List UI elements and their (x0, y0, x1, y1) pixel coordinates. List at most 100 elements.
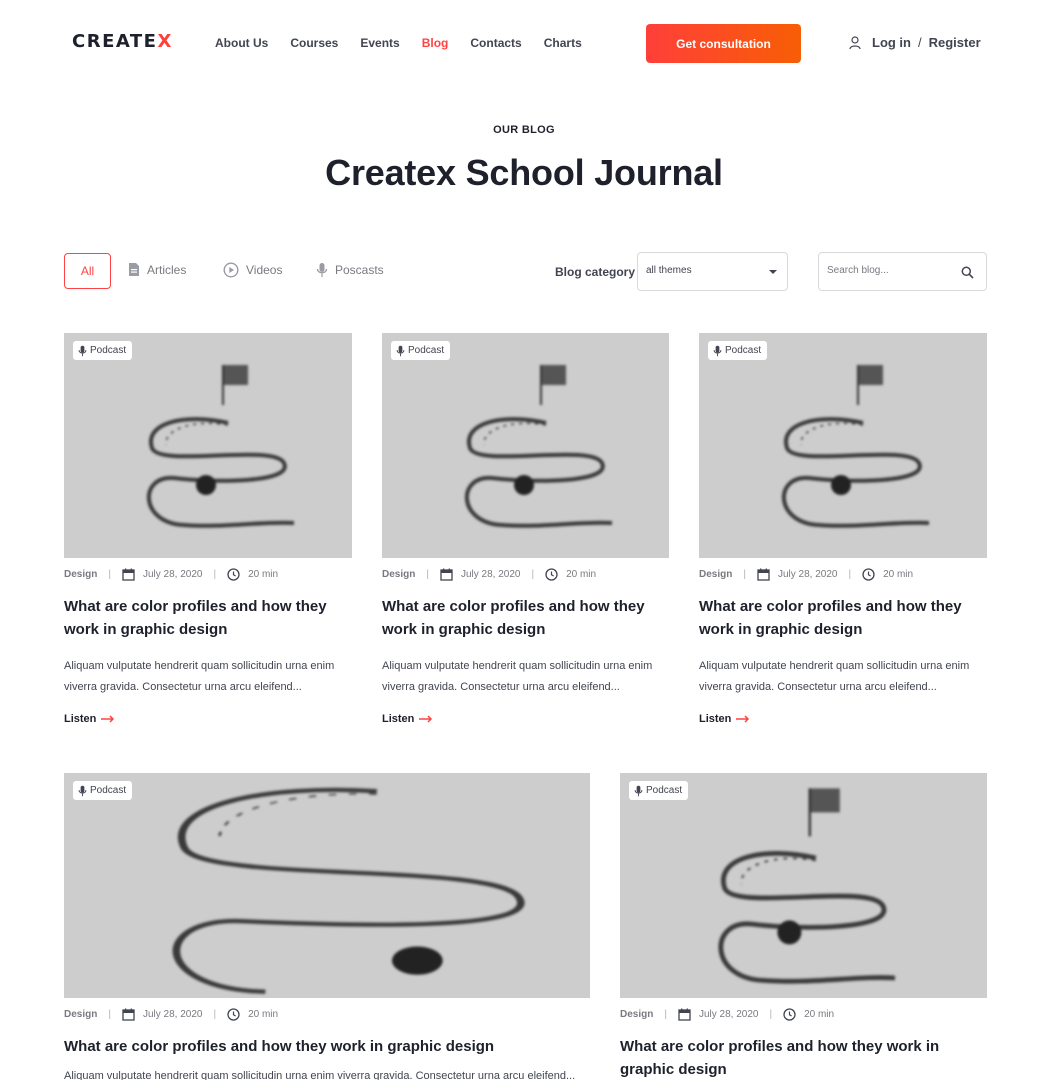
clock-icon (783, 1007, 796, 1021)
calendar-icon (122, 1008, 135, 1021)
post-duration: 20 min (248, 568, 279, 580)
login-link[interactable]: Log in (872, 35, 911, 50)
main-nav: About Us Courses Events Blog Contacts Ch… (215, 36, 604, 50)
get-consultation-button[interactable]: Get consultation (646, 24, 801, 63)
filter-all-button[interactable]: All (64, 253, 111, 289)
podcast-badge: Podcast (73, 781, 133, 800)
post-category[interactable]: Design (64, 1009, 97, 1020)
post-duration: 20 min (248, 1008, 279, 1020)
post-duration: 20 min (883, 568, 914, 580)
badge-label: Podcast (90, 785, 127, 796)
race-track-illustration (718, 788, 895, 984)
post-excerpt: Aliquam vulputate hendrerit quam sollici… (699, 660, 970, 693)
meta-divider: | (848, 568, 852, 580)
nav-blog[interactable]: Blog (422, 36, 449, 50)
post-title[interactable]: What are color profiles and how they wor… (64, 595, 352, 641)
nav-events[interactable]: Events (360, 36, 399, 50)
badge-label: Podcast (408, 345, 445, 356)
calendar-icon (440, 568, 453, 581)
nav-courses[interactable]: Courses (290, 36, 338, 50)
blog-card[interactable]: Podcast Design | July 28, 2020 | 20 min … (620, 773, 987, 1080)
listen-link[interactable]: Listen (699, 713, 987, 725)
nav-about-us[interactable]: About Us (215, 36, 268, 50)
createx-logo[interactable]: CREATEX (72, 31, 173, 52)
podcast-badge: Podcast (708, 341, 768, 360)
microphone-icon (316, 263, 328, 277)
podcast-badge: Podcast (629, 781, 689, 800)
nav-charts[interactable]: Charts (544, 36, 582, 50)
auth-links: Log in / Register (849, 35, 981, 50)
podcast-badge: Podcast (391, 341, 451, 360)
filter-videos-label: Videos (246, 263, 283, 277)
logo-text: CREATE (72, 31, 158, 52)
calendar-icon (122, 568, 135, 581)
post-title[interactable]: What are color profiles and how they wor… (699, 595, 987, 641)
register-link[interactable]: Register (929, 35, 981, 50)
post-title[interactable]: What are color profiles and how they wor… (382, 595, 669, 641)
podcast-badge: Podcast (73, 341, 133, 360)
post-category[interactable]: Design (64, 569, 97, 580)
podcast-cover-image[interactable]: Podcast (64, 773, 590, 998)
filter-articles[interactable]: Articles (128, 262, 186, 277)
blog-card[interactable]: Podcast Design | July 28, 2020 | 20 min … (382, 333, 669, 725)
blog-category-select[interactable]: all themes (637, 252, 788, 291)
microphone-icon (78, 785, 87, 796)
auth-separator: / (918, 35, 922, 50)
post-meta: Design | July 28, 2020 | 20 min (620, 1007, 987, 1021)
microphone-icon (78, 345, 87, 356)
search-blog-input[interactable]: Search blog... (818, 252, 987, 291)
play-icon (223, 262, 239, 278)
search-icon[interactable] (961, 266, 974, 279)
blog-card[interactable]: Podcast Design | July 28, 2020 | 20 min … (64, 333, 352, 725)
filter-podcasts-label: Poscasts (335, 263, 384, 277)
calendar-icon (678, 1008, 691, 1021)
post-title[interactable]: What are color profiles and how they wor… (64, 1035, 590, 1058)
blog-card[interactable]: Podcast Design | July 28, 2020 | 20 min … (699, 333, 987, 725)
listen-label: Listen (382, 713, 415, 725)
clock-icon (862, 567, 875, 581)
filter-videos[interactable]: Videos (223, 262, 282, 278)
post-category[interactable]: Design (699, 569, 732, 580)
podcast-cover-image[interactable]: Podcast (64, 333, 352, 558)
page-title: Createx School Journal (325, 152, 723, 193)
listen-link[interactable]: Listen (382, 713, 669, 725)
calendar-icon (757, 568, 770, 581)
meta-divider: | (108, 568, 111, 580)
post-category[interactable]: Design (382, 569, 415, 580)
podcast-cover-image[interactable]: Podcast (620, 773, 987, 998)
badge-label: Podcast (646, 785, 683, 796)
arrow-right-icon (101, 715, 115, 723)
search-placeholder: Search blog... (827, 265, 889, 276)
blog-category-label: Blog category (555, 265, 636, 279)
microphone-icon (713, 345, 722, 356)
podcast-cover-image[interactable]: Podcast (382, 333, 669, 558)
badge-label: Podcast (90, 345, 127, 356)
arrow-right-icon (419, 715, 433, 723)
clock-icon (545, 567, 558, 581)
blog-card[interactable]: Podcast Design | July 28, 2020 | 20 min … (64, 773, 590, 1080)
meta-divider: | (664, 1008, 667, 1020)
user-icon (849, 35, 861, 49)
meta-divider: | (426, 568, 429, 580)
post-category[interactable]: Design (620, 1009, 653, 1020)
nav-contacts[interactable]: Contacts (470, 36, 521, 50)
arrow-right-icon (736, 715, 750, 723)
blog-kicker: OUR BLOG (493, 124, 555, 136)
logo-accent: X (157, 31, 173, 52)
chevron-down-icon (769, 270, 777, 274)
clock-icon (227, 567, 240, 581)
post-date: July 28, 2020 (777, 568, 838, 580)
post-date: July 28, 2020 (698, 1008, 759, 1020)
listen-link[interactable]: Listen (64, 713, 352, 725)
race-track-illustration (782, 365, 929, 528)
podcast-cover-image[interactable]: Podcast (699, 333, 987, 558)
post-duration: 20 min (804, 1008, 835, 1020)
post-title[interactable]: What are color profiles and how they wor… (620, 1035, 987, 1080)
post-meta: Design | July 28, 2020 | 20 min (64, 1007, 590, 1021)
post-excerpt: Aliquam vulputate hendrerit quam sollici… (64, 1070, 576, 1080)
filter-podcasts[interactable]: Poscasts (316, 262, 384, 278)
badge-label: Podcast (725, 345, 762, 356)
post-excerpt: Aliquam vulputate hendrerit quam sollici… (382, 660, 653, 693)
post-date: July 28, 2020 (460, 568, 521, 580)
post-date: July 28, 2020 (142, 568, 203, 580)
